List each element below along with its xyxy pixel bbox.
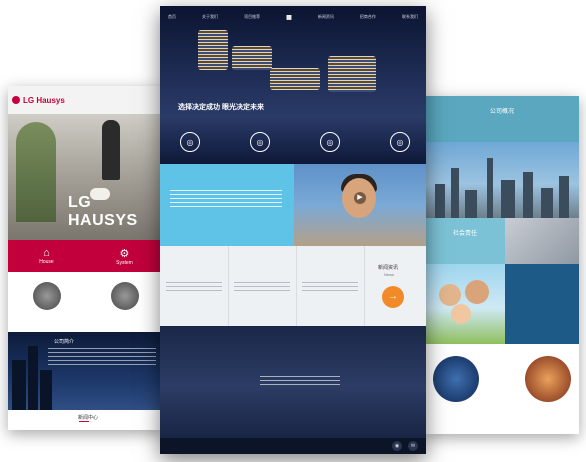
news-title: 新闻资讯 [378,265,399,271]
left-footer: 新闻中心 [8,410,164,430]
nav-item[interactable]: 新闻资讯 [318,14,334,20]
building-shape [40,370,52,410]
hero-icon-row: ◎ ◎ ◎ ◎ [180,132,410,152]
building-shape [28,346,38,410]
left-feature-circles [8,276,164,332]
person-image [102,120,120,180]
building-shape [465,190,477,218]
news-card-lines [166,282,222,292]
center-logo-icon[interactable]: ▦ [286,14,292,21]
band-item-system[interactable]: ⚙ System [116,247,133,266]
feature-thumb [33,282,61,310]
family-image [425,264,505,344]
about-panel [160,164,294,246]
news-card[interactable] [296,246,365,326]
news-thumb[interactable] [525,356,571,402]
left-footer-title: 新闻中心 [78,415,99,421]
center-footer-bar: ◉ ✉ [160,438,426,454]
arrow-right-icon[interactable]: → [382,286,404,308]
nav-item[interactable]: 首页 [168,14,176,20]
person-shape [465,280,489,304]
nav-item[interactable]: 联系我们 [402,14,418,20]
system-icon: ⚙ [119,247,130,260]
band-item-system-label: System [116,259,133,266]
city-section-title: 公司简介 [54,339,75,345]
news-subtitle: News [384,272,395,277]
bottom-text-lines [260,376,340,388]
building-shape [12,360,26,410]
lg-logo-icon [12,96,20,104]
news-grid: 新闻资讯 News → [160,246,426,326]
news-thumb[interactable] [433,356,479,402]
stock-info-panel [505,264,579,344]
nav-item[interactable]: 关于我们 [202,14,218,20]
footer-underline [79,421,89,422]
left-header: LG Hausys [8,86,164,114]
complex-building-image [270,68,320,90]
social-responsibility-title: 社会责任 [452,231,477,237]
left-hero-banner: LG HAUSYS [8,114,164,240]
video-panel: ▶ [294,164,426,246]
hero-slogan: 选择决定成功 眼光决定未来 [178,104,264,111]
left-site-preview: LG Hausys LG HAUSYS ⌂ House ⚙ System 公司简… [8,86,164,430]
feature-circle-icon[interactable]: ◎ [180,132,200,152]
market-chart-tile [505,218,579,264]
person-shape [439,284,461,306]
right-news-section [425,344,579,434]
news-card-lines [234,282,290,292]
feature-circle-icon[interactable]: ◎ [250,132,270,152]
right-top-band: 公司概况 [425,96,579,142]
right-top-title: 公司概况 [489,109,514,115]
band-item-house[interactable]: ⌂ House [39,247,53,265]
skyline-image [425,142,579,218]
complex-building-image [232,46,272,70]
building-shape [523,172,533,218]
oval-building-image [328,56,376,92]
center-site-preview: 选择决定成功 眼光决定未来 ◎ ◎ ◎ ◎ 首页 关于我们 项目推荐 ▦ 新闻资… [160,6,426,454]
news-card[interactable] [228,246,297,326]
feature-circle-icon[interactable]: ◎ [320,132,340,152]
feature-item[interactable] [33,276,61,332]
building-shape [501,180,515,218]
social-responsibility-tile[interactable]: 社会责任 [425,218,505,264]
building-shape [541,188,553,218]
left-city-section: 公司简介 [8,332,164,410]
left-category-band: ⌂ House ⚙ System [8,240,164,272]
bottom-aerial-section [160,326,426,446]
feature-thumb [111,282,139,310]
person-shape [451,304,471,324]
play-icon[interactable]: ▶ [354,192,366,204]
news-card-lines [302,282,358,292]
news-card[interactable] [160,246,229,326]
wechat-icon[interactable]: ✉ [408,441,418,451]
building-shape [559,176,569,218]
feature-item[interactable] [111,276,139,332]
building-shape [451,168,459,218]
tree-image [16,122,56,222]
share-icon[interactable]: ◉ [392,441,402,451]
nav-item[interactable]: 招商合作 [360,14,376,20]
center-hero-banner: 选择决定成功 眼光决定未来 ◎ ◎ ◎ ◎ [160,6,426,164]
house-icon: ⌂ [43,247,50,259]
left-logo-text: LG Hausys [23,95,65,105]
nav-item[interactable]: 项目推荐 [244,14,260,20]
right-site-preview: 公司概况 社会责任 [425,96,579,434]
about-text-lines [170,190,282,208]
feature-circle-icon[interactable]: ◎ [390,132,410,152]
center-top-nav: 首页 关于我们 项目推荐 ▦ 新闻资讯 招商合作 联系我们 [160,6,426,28]
tower-building-image [198,30,228,70]
city-text-lines [48,348,156,368]
news-header: 新闻资讯 News → [364,246,426,326]
band-item-house-label: House [39,259,54,265]
building-shape [487,158,493,218]
building-shape [435,184,445,218]
left-brand-title: LG HAUSYS [68,194,138,229]
